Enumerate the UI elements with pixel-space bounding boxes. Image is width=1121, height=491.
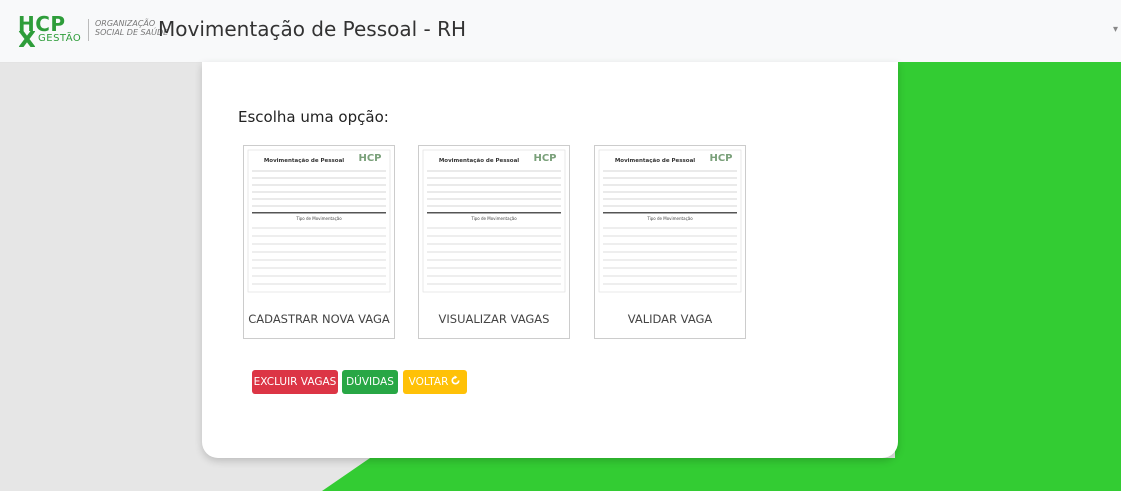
options-heading: Escolha uma opção: [238,108,389,126]
thumb-section: Tipo de Movimentação [470,216,517,221]
option-visualizar-vagas[interactable]: Movimentação de Pessoal HCP Tipo de Movi… [418,145,570,339]
svg-text:HCP: HCP [358,153,381,164]
delete-vacancies-label: EXCLUIR VAGAS [253,376,337,388]
option-label: VALIDAR VAGA [627,312,713,326]
help-label: DÚVIDAS [346,376,394,388]
hcp-logo[interactable]: HCP GESTÃO [18,14,82,48]
page-title: Movimentação de Pessoal - RH [158,17,467,41]
delete-vacancies-button[interactable]: EXCLUIR VAGAS [252,370,338,394]
thumb-title: Movimentação de Pessoal [264,158,344,164]
form-thumbnail-image: Movimentação de Pessoal HCP Tipo de Movi… [244,146,394,296]
ribbon-icon [19,31,35,47]
form-thumbnail-image: Movimentação de Pessoal HCP Tipo de Movi… [595,146,745,296]
back-label: VOLTAR [408,376,449,388]
option-label: VISUALIZAR VAGAS [438,312,550,326]
svg-text:HCP: HCP [709,153,732,164]
thumb-title: Movimentação de Pessoal [439,158,519,164]
top-navbar: HCP GESTÃO ORGANIZAÇÃO SOCIAL DE SAÚDE M… [0,0,1121,63]
thumb-section: Tipo de Movimentação [295,216,342,221]
org-tagline: ORGANIZAÇÃO SOCIAL DE SAÚDE [88,19,168,41]
svg-text:HCP: HCP [533,153,556,164]
option-validar-vaga[interactable]: Movimentação de Pessoal HCP Tipo de Movi… [594,145,746,339]
thumb-title: Movimentação de Pessoal [615,158,695,164]
option-label: CADASTRAR NOVA VAGA [248,312,390,326]
logo-gestao-text: GESTÃO [38,33,82,44]
thumb-section: Tipo de Movimentação [646,216,693,221]
option-cadastrar-nova-vaga[interactable]: Movimentação de Pessoal HCP Tipo de Movi… [243,145,395,339]
back-button[interactable]: VOLTAR [403,370,467,394]
help-button[interactable]: DÚVIDAS [342,370,398,394]
form-thumbnail-image: Movimentação de Pessoal HCP Tipo de Movi… [419,146,569,296]
refresh-icon [451,375,460,385]
caret-down-icon[interactable]: ▾ [1113,24,1118,35]
